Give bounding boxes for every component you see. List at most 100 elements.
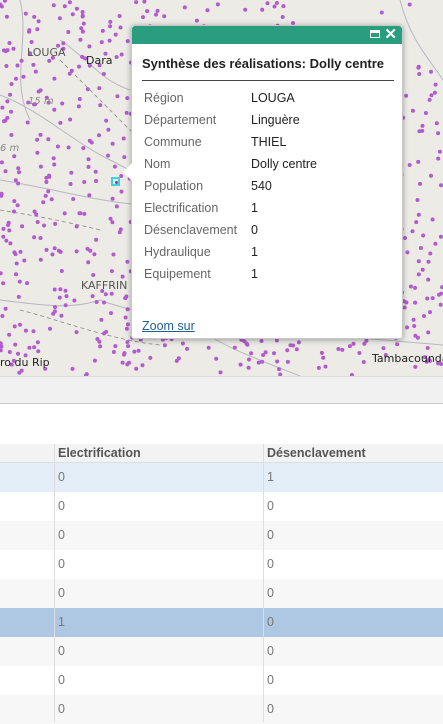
village-point[interactable] <box>420 123 425 128</box>
village-point[interactable] <box>68 117 73 122</box>
village-point[interactable] <box>340 347 345 352</box>
village-point[interactable] <box>429 173 433 178</box>
village-point[interactable] <box>421 233 426 238</box>
village-point[interactable] <box>155 8 160 13</box>
village-point[interactable] <box>119 52 124 57</box>
column-header-electrification[interactable]: Electrification <box>58 444 141 462</box>
village-point[interactable] <box>36 19 41 24</box>
table-row[interactable]: 00 <box>0 579 443 608</box>
village-point[interactable] <box>4 64 9 68</box>
village-point[interactable] <box>436 131 441 136</box>
village-point[interactable] <box>3 306 8 311</box>
table-row[interactable]: 01 <box>0 463 443 492</box>
village-point[interactable] <box>291 343 296 348</box>
village-point[interactable] <box>53 305 57 310</box>
village-point[interactable] <box>32 235 37 240</box>
village-point[interactable] <box>15 63 20 68</box>
village-point[interactable] <box>272 351 276 356</box>
village-point[interactable] <box>74 330 79 335</box>
village-point[interactable] <box>38 257 43 262</box>
village-point[interactable] <box>430 296 435 301</box>
village-point[interactable] <box>115 94 120 99</box>
village-point[interactable] <box>416 64 421 69</box>
village-point[interactable] <box>405 250 410 255</box>
village-point[interactable] <box>5 115 10 120</box>
village-point[interactable] <box>256 360 261 365</box>
village-point[interactable] <box>42 223 46 228</box>
village-point[interactable] <box>38 132 43 137</box>
village-point[interactable] <box>31 62 36 67</box>
village-point[interactable] <box>23 328 28 333</box>
village-point[interactable] <box>379 10 384 15</box>
village-point[interactable] <box>12 324 17 329</box>
village-point[interactable] <box>100 28 105 33</box>
village-point[interactable] <box>238 362 243 367</box>
village-point[interactable] <box>68 182 73 186</box>
village-point[interactable] <box>92 358 97 363</box>
village-point[interactable] <box>86 157 91 162</box>
village-point[interactable] <box>125 39 130 44</box>
village-point[interactable] <box>27 28 32 33</box>
village-point[interactable] <box>51 3 56 8</box>
village-point[interactable] <box>88 248 93 253</box>
village-point[interactable] <box>19 58 24 63</box>
village-point[interactable] <box>35 340 40 345</box>
village-point[interactable] <box>321 355 326 360</box>
village-point[interactable] <box>57 16 62 21</box>
village-point[interactable] <box>58 250 63 254</box>
village-point[interactable] <box>31 329 36 334</box>
village-point[interactable] <box>433 241 438 246</box>
village-point[interactable] <box>381 346 386 351</box>
village-point[interactable] <box>14 76 18 81</box>
village-point[interactable] <box>66 30 71 34</box>
village-point[interactable] <box>3 169 8 174</box>
village-point[interactable] <box>93 169 98 174</box>
village-point[interactable] <box>274 338 279 343</box>
village-point[interactable] <box>413 285 417 290</box>
table-row[interactable]: 00 <box>0 492 443 521</box>
village-point[interactable] <box>35 150 40 155</box>
village-point[interactable] <box>125 340 130 345</box>
village-point[interactable] <box>434 121 439 126</box>
village-point[interactable] <box>403 236 407 240</box>
village-point[interactable] <box>125 259 130 264</box>
village-point[interactable] <box>429 69 433 74</box>
village-point[interactable] <box>145 9 150 14</box>
village-point[interactable] <box>87 44 92 49</box>
village-point[interactable] <box>59 269 64 273</box>
village-point[interactable] <box>76 104 81 109</box>
village-point[interactable] <box>110 141 115 146</box>
village-point[interactable] <box>205 8 210 13</box>
village-point[interactable] <box>214 356 219 361</box>
village-point[interactable] <box>6 220 11 225</box>
village-point[interactable] <box>120 360 125 365</box>
village-point[interactable] <box>20 224 25 229</box>
village-point[interactable] <box>38 164 43 169</box>
village-point[interactable] <box>12 154 17 159</box>
village-point[interactable] <box>414 220 419 225</box>
village-point[interactable] <box>66 145 71 150</box>
village-point[interactable] <box>7 41 12 45</box>
village-point[interactable] <box>44 180 49 184</box>
village-point[interactable] <box>142 0 147 4</box>
village-point[interactable] <box>232 345 237 350</box>
village-point[interactable] <box>74 6 79 11</box>
village-point[interactable] <box>1 226 6 231</box>
village-point[interactable] <box>185 346 189 351</box>
village-point[interactable] <box>95 337 100 341</box>
village-point[interactable] <box>80 54 85 59</box>
village-point[interactable] <box>5 99 10 104</box>
village-point[interactable] <box>97 86 102 91</box>
village-point[interactable] <box>415 198 420 202</box>
village-point[interactable] <box>428 251 433 256</box>
village-point[interactable] <box>17 170 21 175</box>
village-point[interactable] <box>104 118 109 123</box>
village-point[interactable] <box>53 221 58 226</box>
village-point[interactable] <box>48 326 52 331</box>
village-point[interactable] <box>7 332 12 337</box>
village-point[interactable] <box>52 107 57 112</box>
village-point[interactable] <box>13 178 18 183</box>
village-point[interactable] <box>64 294 69 299</box>
village-point[interactable] <box>5 48 10 53</box>
village-point[interactable] <box>117 230 122 235</box>
